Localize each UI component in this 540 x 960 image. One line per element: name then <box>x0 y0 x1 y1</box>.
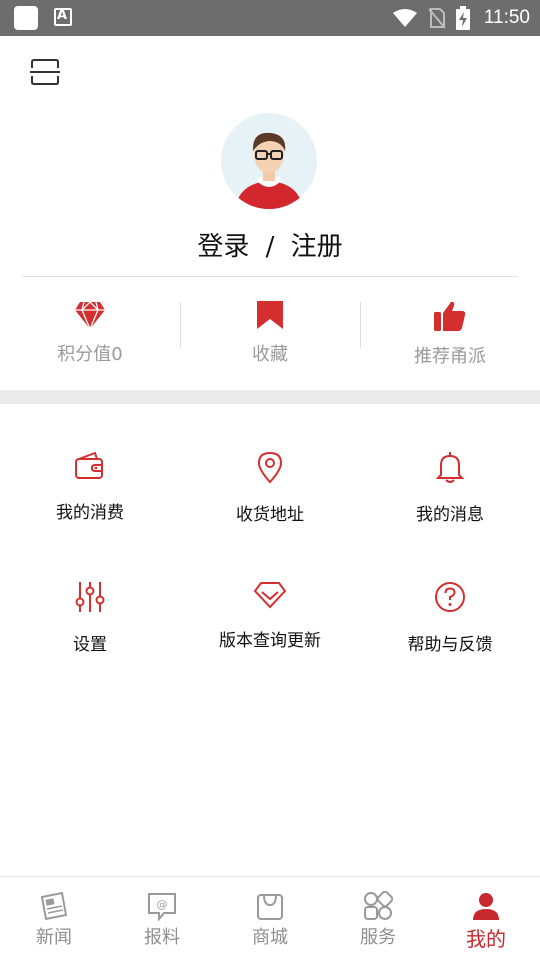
help-feedback-item[interactable]: 帮助与反馈 <box>360 580 540 710</box>
sliders-icon <box>75 582 105 612</box>
login-link[interactable]: 登录 <box>197 232 249 262</box>
my-messages-label: 我的消息 <box>416 505 484 525</box>
nav-report[interactable]: @ 报料 <box>108 877 216 960</box>
points-stat[interactable]: 积分值0 <box>0 290 180 380</box>
stats-row: 积分值0 收藏 推荐甬派 <box>0 290 540 380</box>
nav-services[interactable]: 服务 <box>324 877 432 960</box>
points-label: 积分值0 <box>57 344 123 365</box>
thumbs-up-icon <box>434 301 466 331</box>
diamond-outline-icon <box>253 582 287 609</box>
svg-text:@: @ <box>157 898 168 911</box>
settings-item[interactable]: 设置 <box>0 580 180 710</box>
feature-grid: 我的消费 收货地址 我的消息 设置 版本查询更新 帮助与反馈 <box>0 450 540 710</box>
favorites-label: 收藏 <box>252 344 288 365</box>
nav-report-label: 报料 <box>144 927 180 948</box>
services-icon <box>364 891 393 920</box>
wallet-icon <box>75 451 103 479</box>
status-time: 11:50 <box>483 7 530 28</box>
shipping-address-item[interactable]: 收货地址 <box>180 450 360 580</box>
version-update-item[interactable]: 版本查询更新 <box>180 580 360 710</box>
nav-news[interactable]: 新闻 <box>0 877 108 960</box>
divider <box>22 276 518 277</box>
profile-icon <box>473 893 499 920</box>
avatar[interactable] <box>221 113 317 209</box>
help-icon <box>435 582 465 612</box>
shopping-bag-icon <box>257 894 283 920</box>
nav-news-label: 新闻 <box>36 927 72 948</box>
bell-icon <box>435 452 465 483</box>
battery-charging-icon <box>455 6 470 30</box>
bookmark-icon <box>257 301 283 329</box>
report-icon: @ <box>148 893 176 921</box>
login-separator: / <box>265 232 275 262</box>
recommend-stat[interactable]: 推荐甬派 <box>360 290 540 380</box>
app-notification-icon <box>14 6 38 30</box>
my-consumption-label: 我的消费 <box>56 503 124 523</box>
login-register: 登录 / 注册 <box>0 226 540 263</box>
nav-mall[interactable]: 商城 <box>216 877 324 960</box>
status-bar: A 11:50 <box>0 0 540 36</box>
version-update-label: 版本查询更新 <box>219 631 321 651</box>
location-pin-icon <box>257 451 283 484</box>
diamond-icon <box>75 301 105 330</box>
nav-mine[interactable]: 我的 <box>432 877 540 960</box>
recommend-label: 推荐甬派 <box>414 346 486 367</box>
nav-services-label: 服务 <box>360 927 396 948</box>
nav-mall-label: 商城 <box>252 927 288 948</box>
keyboard-notification-icon: A <box>54 8 72 26</box>
user-avatar-icon <box>221 113 317 209</box>
nav-mine-label: 我的 <box>466 927 506 951</box>
menu-icon[interactable] <box>30 58 60 86</box>
newspaper-icon <box>40 891 68 921</box>
shipping-address-label: 收货地址 <box>236 505 304 525</box>
register-link[interactable]: 注册 <box>291 232 343 262</box>
no-sim-icon <box>428 8 446 29</box>
settings-label: 设置 <box>73 635 107 655</box>
bottom-nav: 新闻 @ 报料 商城 服务 我的 <box>0 876 540 960</box>
wifi-icon <box>392 9 417 27</box>
section-separator <box>0 390 540 404</box>
favorites-stat[interactable]: 收藏 <box>180 290 360 380</box>
help-feedback-label: 帮助与反馈 <box>407 635 493 655</box>
my-consumption-item[interactable]: 我的消费 <box>0 450 180 580</box>
my-messages-item[interactable]: 我的消息 <box>360 450 540 580</box>
